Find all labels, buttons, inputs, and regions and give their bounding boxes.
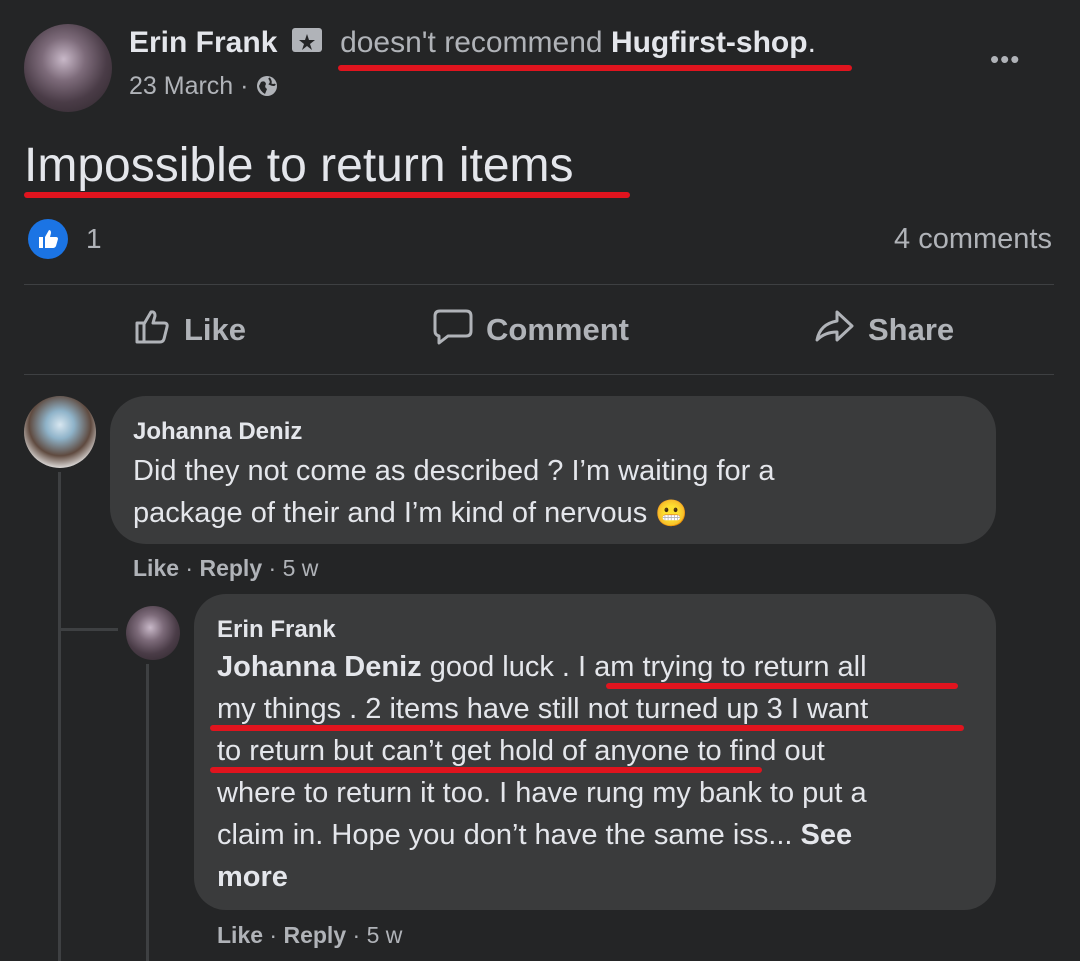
- author-name[interactable]: Erin Frank: [129, 26, 277, 59]
- highlight-underline: [606, 683, 958, 689]
- reply-age[interactable]: 5 w: [367, 922, 403, 948]
- thread-connector: [58, 628, 118, 631]
- like-label: Like: [184, 312, 247, 347]
- post-title: Impossible to return items: [24, 139, 574, 192]
- page-link[interactable]: Hugfirst-shop: [611, 26, 808, 59]
- share-button[interactable]: Share: [812, 307, 954, 353]
- reply-like-link[interactable]: Like: [217, 922, 263, 948]
- reply-meta: Like · Reply · 5 w: [217, 922, 403, 948]
- see-more-link[interactable]: See: [801, 819, 853, 851]
- thread-line: [146, 664, 149, 961]
- post-header: Erin Frank doesn't recommend Hugfirst-sh…: [129, 26, 816, 59]
- post-date-row: 23 March ·: [129, 72, 279, 105]
- comment-text-line: Did they not come as described ? I’m wai…: [133, 455, 775, 487]
- thread-line: [58, 472, 61, 961]
- title-underline: [24, 192, 630, 198]
- comment-author[interactable]: Johanna Deniz: [133, 418, 302, 446]
- highlight-underline: [210, 767, 762, 773]
- comment-text: Did they not come as described ? I’m wai…: [133, 450, 775, 534]
- mention-link[interactable]: Johanna Deniz: [217, 651, 422, 683]
- recommend-verb: doesn't recommend: [340, 26, 603, 59]
- post-date[interactable]: 23 March: [129, 72, 233, 100]
- comment-button[interactable]: Comment: [432, 307, 629, 353]
- more-options-icon[interactable]: •••: [990, 44, 1020, 75]
- reply-bubble: Erin Frank Johanna Deniz good luck . I a…: [194, 594, 996, 910]
- badge-icon: [291, 28, 322, 52]
- highlight-underline: [338, 65, 852, 71]
- comment-bubble: Johanna Deniz Did they not come as descr…: [110, 396, 996, 544]
- highlight-underline: [210, 725, 964, 731]
- divider: [24, 284, 1054, 285]
- commenter-avatar[interactable]: [24, 396, 96, 468]
- comment-icon: [432, 306, 474, 354]
- thumbs-up-icon: [132, 306, 172, 354]
- see-more-link[interactable]: more: [217, 856, 868, 898]
- like-button[interactable]: Like: [132, 307, 246, 353]
- globe-icon: [255, 74, 279, 105]
- share-icon: [812, 306, 856, 354]
- reply-reply-link[interactable]: Reply: [283, 922, 346, 948]
- comments-count[interactable]: 4 comments: [894, 223, 1052, 256]
- comment-reply-link[interactable]: Reply: [199, 555, 262, 581]
- author-avatar[interactable]: [24, 24, 112, 112]
- comment-like-link[interactable]: Like: [133, 555, 179, 581]
- like-count[interactable]: 1: [86, 223, 102, 255]
- grimace-emoji: 😬: [655, 498, 688, 528]
- comment-label: Comment: [486, 312, 629, 347]
- reply-author[interactable]: Erin Frank: [217, 616, 336, 644]
- reply-avatar[interactable]: [126, 606, 180, 660]
- share-label: Share: [868, 312, 955, 347]
- like-reaction-icon[interactable]: [28, 219, 68, 259]
- divider: [24, 374, 1054, 375]
- comment-text-line: package of their and I’m kind of nervous…: [133, 497, 688, 529]
- comment-meta: Like · Reply · 5 w: [133, 555, 319, 581]
- comment-age[interactable]: 5 w: [283, 555, 319, 581]
